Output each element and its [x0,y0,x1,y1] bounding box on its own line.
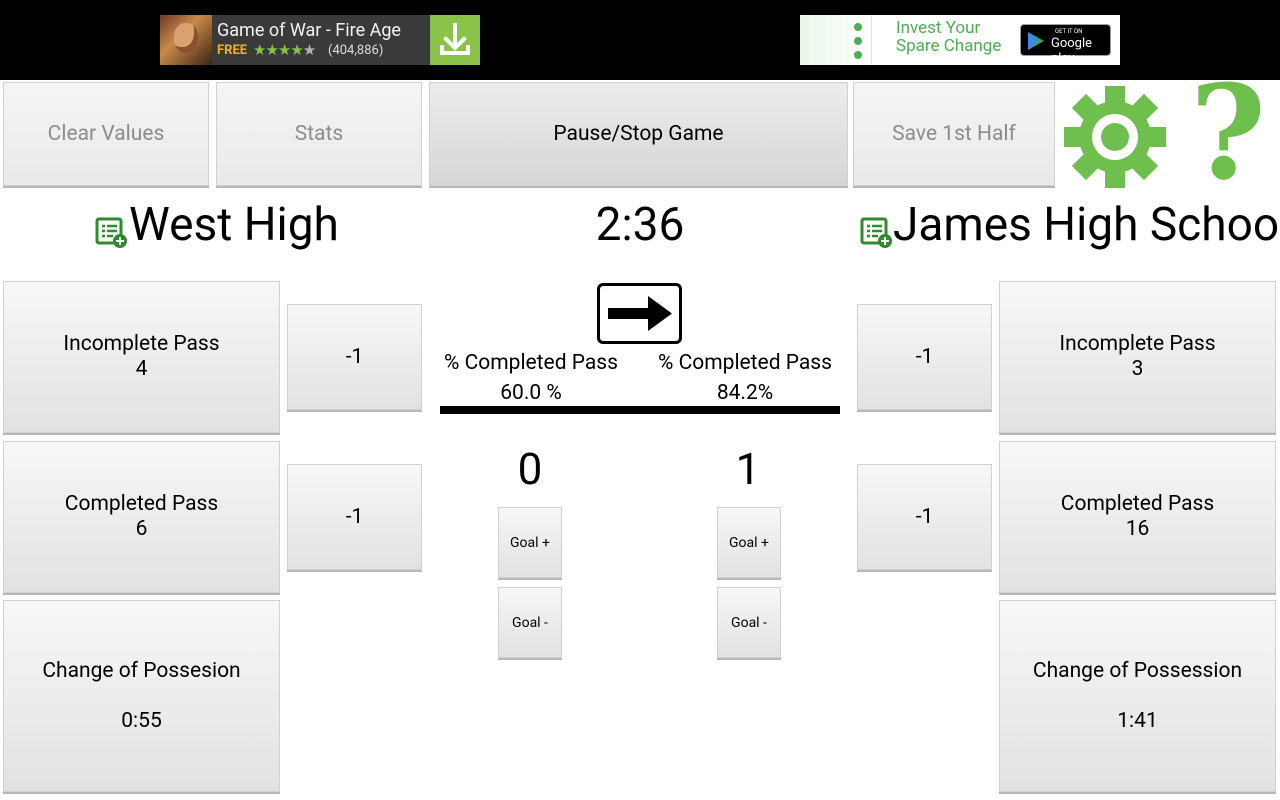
away-pct-value: 84.2% [716,381,774,405]
home-incomplete-minus-button[interactable]: -1 [287,304,422,410]
ad-bar: Game of War - Fire Age FREE ★★★★★ (404,8… [0,0,1280,80]
home-change-of-possession-button[interactable]: Change of Possesion 0:55 [3,600,280,792]
ad-banner-game[interactable]: Game of War - Fire Age FREE ★★★★★ (404,8… [160,15,480,65]
home-pct-label: % Completed Pass [444,351,618,375]
ad-banner-invest[interactable]: Invest Your Spare Change GET IT ON Googl… [800,15,1120,66]
home-goal-minus-button[interactable]: Goal - [498,587,562,658]
ad-title: Game of War - Fire Age [217,20,401,41]
ad-headline: Invest Your Spare Change [896,18,1002,56]
away-completed-minus-button[interactable]: -1 [857,464,992,570]
away-team-name[interactable]: James High School [893,198,1280,252]
rating-stars: ★★★★★ [253,41,316,59]
away-incomplete-minus-button[interactable]: -1 [857,304,992,410]
play-icon [1028,32,1044,50]
away-goal-minus-button[interactable]: Goal - [717,587,781,658]
arrow-right-icon[interactable] [597,283,682,344]
home-score: 0 [517,443,543,495]
home-team-name[interactable]: West High [129,198,339,252]
gear-icon[interactable] [1062,84,1168,190]
home-incomplete-pass-button[interactable]: Incomplete Pass 4 [3,281,280,433]
away-incomplete-pass-button[interactable]: Incomplete Pass 3 [999,281,1276,433]
roster-add-icon[interactable] [860,215,894,249]
clear-values-button[interactable]: Clear Values [3,82,209,186]
away-completed-pass-button[interactable]: Completed Pass 16 [999,441,1276,593]
home-completed-pass-button[interactable]: Completed Pass 6 [3,441,280,593]
away-goal-plus-button[interactable]: Goal + [717,507,781,578]
save-first-half-button[interactable]: Save 1st Half [853,82,1055,186]
home-pct-value: 60.0 % [500,381,562,405]
divider [440,406,840,414]
ad-free-label: FREE [217,43,248,58]
away-score: 1 [735,443,761,495]
google-play-badge[interactable]: GET IT ON Google play [1020,24,1111,66]
rating-count: (404,886) [328,43,384,58]
game-thumbnail [160,15,212,65]
home-goal-plus-button[interactable]: Goal + [498,507,562,578]
phone-screenshot [800,15,872,65]
away-pct-label: % Completed Pass [658,351,832,375]
game-clock: 2:36 [595,198,685,252]
home-completed-minus-button[interactable]: -1 [287,464,422,570]
stats-button[interactable]: Stats [216,82,422,186]
pause-stop-game-button[interactable]: Pause/Stop Game [429,82,848,186]
download-icon[interactable] [430,15,480,65]
roster-add-icon[interactable] [95,215,129,249]
away-change-of-possession-button[interactable]: Change of Possession 1:41 [999,600,1276,792]
question-icon[interactable]: ? [1188,68,1268,198]
